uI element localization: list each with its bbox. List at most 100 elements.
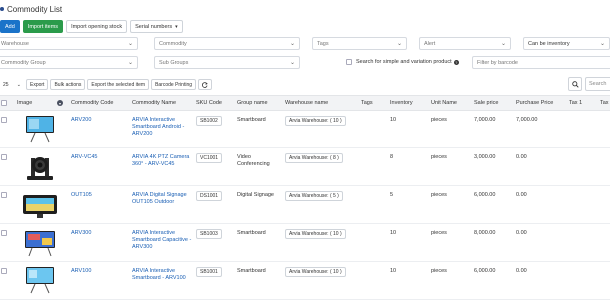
column-header-purchase-price[interactable]: Purchase Price — [516, 100, 553, 106]
table-row[interactable]: ARV200 ARVIA Interactive Smartboard Andr… — [0, 111, 610, 148]
refresh-button[interactable] — [198, 79, 213, 90]
chevron-down-icon: ⌄ — [289, 41, 295, 47]
commodity-filter[interactable]: Commodity ⌄ — [154, 37, 300, 50]
add-button[interactable]: Add — [0, 20, 20, 33]
purchase-price: 0.00 — [516, 230, 527, 236]
row-checkbox[interactable] — [1, 230, 7, 236]
alert-filter-label: Alert — [424, 40, 436, 47]
warehouse-badge: Arvia Warehouse: ( 5 ) — [285, 191, 343, 201]
column-header-group-name[interactable]: Group name — [237, 100, 268, 106]
column-header-sku-code[interactable]: SKU Code — [196, 100, 222, 106]
barcode-filter-placeholder: Filter by barcode — [477, 59, 518, 66]
sub-groups-filter[interactable]: Sub Groups ⌄ — [154, 56, 300, 69]
export-selected-button[interactable]: Export the selected item — [87, 79, 150, 90]
row-checkbox[interactable] — [1, 154, 7, 160]
column-sort-icon[interactable]: ▾ — [57, 100, 63, 106]
select-all-checkbox[interactable] — [1, 100, 7, 106]
unit-name: pieces — [431, 230, 447, 236]
column-header-tax[interactable]: Tax — [600, 100, 609, 106]
commodity-name-link[interactable]: ARVIA Interactive Smartboard Android - A… — [132, 117, 192, 138]
column-header-sale-price[interactable]: Sale price — [474, 100, 498, 106]
column-header-tax-1[interactable]: Tax 1 — [569, 100, 582, 106]
search-placeholder: Search — [589, 81, 607, 87]
column-header-commodity-name[interactable]: Commodity Name — [132, 100, 176, 106]
sale-price: 6,000.00 — [474, 268, 496, 274]
group-name: Smartboard — [237, 268, 266, 274]
column-header-commodity-code[interactable]: Commodity Code — [71, 100, 114, 106]
alert-filter[interactable]: Alert ⌄ — [419, 37, 511, 50]
barcode-printing-button[interactable]: Barcode Printing — [151, 79, 197, 90]
table-header: Image ▾ Commodity Code Commodity Name SK… — [0, 95, 610, 111]
commodity-group-filter-label: Commodity Group — [1, 59, 46, 66]
commodity-code-link[interactable]: ARV100 — [71, 268, 91, 275]
export-button[interactable]: Export — [26, 79, 49, 90]
purchase-price: 0.00 — [516, 154, 527, 160]
commodity-group-filter[interactable]: Commodity Group ⌄ — [0, 56, 138, 69]
commodity-name-link[interactable]: ARVIA Interactive Smartboard - ARV100 — [132, 268, 192, 282]
tags-filter[interactable]: Tags ⌄ — [312, 37, 407, 50]
search-button[interactable] — [568, 77, 582, 91]
table-row[interactable]: ARV100 ARVIA Interactive Smartboard - AR… — [0, 262, 610, 300]
inventory-value: 8 — [390, 154, 394, 160]
column-header-unit-name[interactable]: Unit Name — [431, 100, 457, 106]
row-checkbox[interactable] — [1, 192, 7, 198]
chevron-down-icon: ⌄ — [599, 41, 605, 47]
sale-price: 6,000.00 — [474, 192, 496, 198]
import-items-button[interactable]: Import items — [22, 20, 64, 33]
serial-numbers-label: Serial numbers — [135, 23, 173, 30]
commodity-code-link[interactable]: ARV300 — [71, 230, 91, 237]
purchase-price: 0.00 — [516, 192, 527, 198]
sale-price: 8,000.00 — [474, 230, 496, 236]
inventory-value: 10 — [390, 117, 397, 123]
tags-filter-label: Tags — [317, 40, 329, 47]
commodity-code-link[interactable]: ARV-VC45 — [71, 154, 98, 161]
sku-badge: DS1001 — [196, 191, 223, 201]
commodity-name-link[interactable]: ARVIA Digital Signage OUT105 Outdoor — [132, 192, 192, 206]
search-simple-checkbox[interactable] — [346, 59, 352, 65]
search-input[interactable]: Search — [585, 77, 610, 91]
row-checkbox[interactable] — [1, 117, 7, 123]
column-header-tags[interactable]: Tags — [361, 100, 373, 106]
warehouse-badge: Arvia Warehouse: ( 10 ) — [285, 267, 346, 277]
smartboard-trolley-icon — [25, 231, 55, 257]
column-header-inventory[interactable]: Inventory — [390, 100, 413, 106]
table-row[interactable]: OUT105 ARVIA Digital Signage OUT105 Outd… — [0, 186, 610, 224]
warehouse-filter-label: Warehouse — [1, 40, 29, 47]
smartboard-stand-icon — [26, 116, 54, 143]
warehouse-filter[interactable]: Warehouse ⌄ — [0, 37, 138, 50]
commodity-name-link[interactable]: ARVIA Interactive Smartboard Capacitive … — [132, 230, 192, 251]
commodity-name-link[interactable]: ARVIA 4K PTZ Camera 360° - ARV-VC45 — [132, 154, 192, 168]
page-size-value: 25 — [3, 81, 9, 88]
row-checkbox[interactable] — [1, 268, 7, 274]
inventory-filter-label: Can be inventory — [528, 40, 570, 47]
search-simple-variation-option[interactable]: Search for simple and variation product … — [346, 59, 459, 65]
barcode-filter-input[interactable]: Filter by barcode — [472, 56, 610, 69]
column-header-warehouse-name[interactable]: Warehouse name — [285, 100, 328, 106]
sale-price: 7,000.00 — [474, 117, 496, 123]
commodity-code-link[interactable]: ARV200 — [71, 117, 91, 124]
page-title: Commodity List — [7, 4, 63, 14]
chevron-down-icon: ⌄ — [127, 60, 133, 66]
help-icon: ? — [453, 59, 459, 65]
purchase-price: 7,000.00 — [516, 117, 538, 123]
sub-groups-filter-label: Sub Groups — [159, 59, 189, 66]
refresh-icon — [202, 81, 208, 88]
table-row[interactable]: ARV300 ARVIA Interactive Smartboard Capa… — [0, 224, 610, 262]
inventory-filter[interactable]: Can be inventory ⌄ — [523, 37, 610, 50]
unit-name: pieces — [431, 192, 447, 198]
sale-price: 3,000.00 — [474, 154, 496, 160]
group-name: Smartboard — [237, 117, 266, 123]
page-size-select[interactable]: 25 ⌄ — [0, 79, 24, 90]
serial-numbers-button[interactable]: Serial numbers ▾ — [130, 20, 183, 33]
commodity-code-link[interactable]: OUT105 — [71, 192, 92, 199]
group-name: Video Conferencing — [237, 154, 270, 167]
table-tools: 25 ⌄ Export Bulk actions Export the sele… — [0, 79, 213, 90]
import-opening-stock-button[interactable]: Import opening stock — [66, 20, 128, 33]
ptz-camera-icon — [27, 157, 53, 180]
inventory-value: 10 — [390, 268, 397, 274]
bulk-actions-button[interactable]: Bulk actions — [50, 79, 86, 90]
chevron-down-icon: ⌄ — [289, 60, 295, 66]
table-row[interactable]: ARV-VC45 ARVIA 4K PTZ Camera 360° - ARV-… — [0, 148, 610, 186]
search-simple-label: Search for simple and variation product — [356, 59, 452, 65]
chevron-down-icon: ⌄ — [127, 41, 133, 47]
